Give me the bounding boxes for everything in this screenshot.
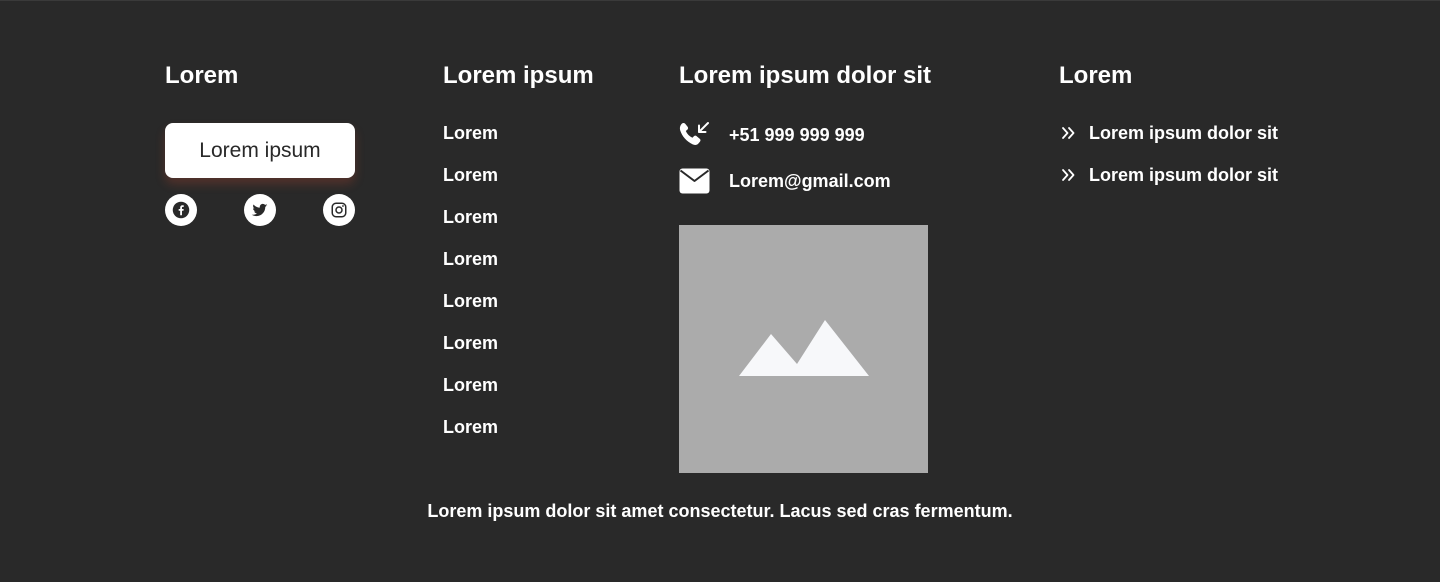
cta-button[interactable]: Lorem ipsum <box>165 123 355 178</box>
email-address: Lorem@gmail.com <box>729 171 891 191</box>
col4-title: Lorem <box>1059 62 1133 89</box>
double-chevron-right-icon <box>1061 167 1077 183</box>
arrow-link-label: Lorem ipsum dolor sit <box>1089 165 1279 185</box>
twitter-icon[interactable] <box>244 194 276 226</box>
footer-link[interactable]: Lorem <box>443 205 498 247</box>
footer-link[interactable]: Lorem <box>443 121 498 163</box>
image-placeholder <box>679 225 928 473</box>
image-placeholder-icon <box>738 320 869 376</box>
footer-link[interactable]: Lorem <box>443 373 498 415</box>
footer-link[interactable]: Lorem <box>443 289 498 331</box>
footer-link[interactable]: Lorem <box>443 163 498 205</box>
arrow-link-label: Lorem ipsum dolor sit <box>1089 123 1279 143</box>
footer-tagline: Lorem ipsum dolor sit amet consectetur. … <box>427 501 1013 521</box>
mail-icon <box>679 166 711 196</box>
facebook-icon[interactable] <box>165 194 197 226</box>
footer-link[interactable]: Lorem <box>443 247 498 289</box>
links-list: Lorem Lorem Lorem Lorem Lorem Lorem Lore… <box>443 121 498 457</box>
col3-title: Lorem ipsum dolor sit <box>679 62 932 89</box>
phone-number: +51 999 999 999 <box>729 125 865 145</box>
phone-incoming-icon <box>679 120 711 150</box>
footer-link[interactable]: Lorem <box>443 331 498 373</box>
site-footer: Lorem Lorem ipsum Lorem ipsum Lorem Lore… <box>0 0 1440 582</box>
email-row[interactable]: Lorem@gmail.com <box>679 166 891 196</box>
double-chevron-right-icon <box>1061 125 1077 141</box>
footer-link[interactable]: Lorem <box>443 415 498 457</box>
phone-row[interactable]: +51 999 999 999 <box>679 120 865 150</box>
col1-title: Lorem <box>165 62 239 89</box>
arrow-link[interactable]: Lorem ipsum dolor sit <box>1061 121 1278 145</box>
instagram-icon[interactable] <box>323 194 355 226</box>
arrow-link[interactable]: Lorem ipsum dolor sit <box>1061 163 1278 187</box>
col2-title: Lorem ipsum <box>443 62 594 89</box>
